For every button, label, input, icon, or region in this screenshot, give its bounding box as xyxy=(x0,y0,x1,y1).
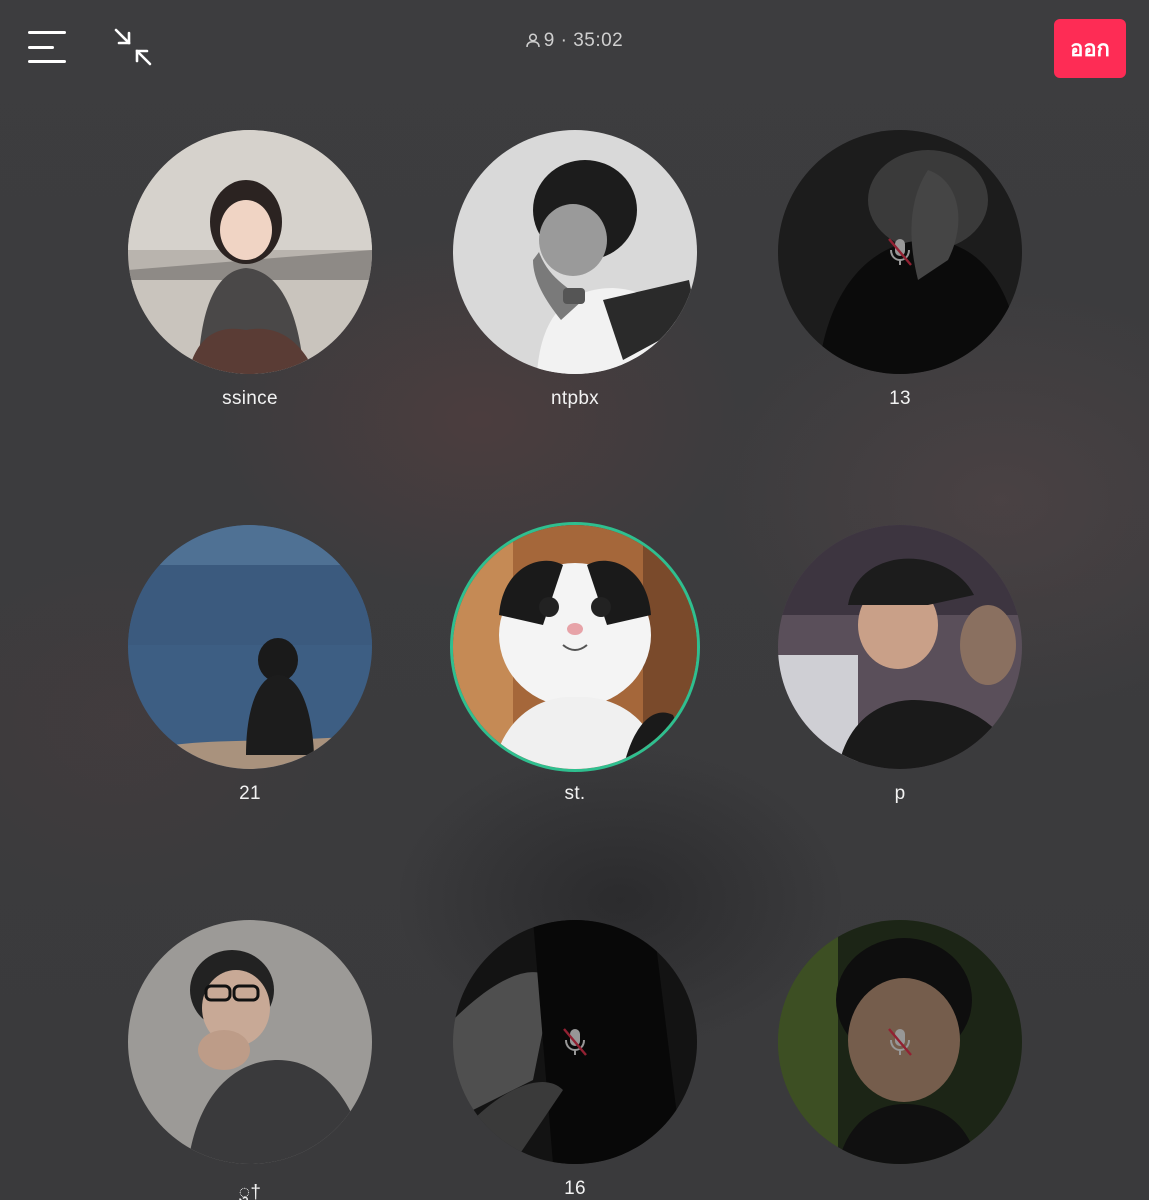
participant-name: ssince xyxy=(222,388,278,409)
avatar xyxy=(778,130,1022,374)
status-separator: · xyxy=(560,30,568,51)
participant-name: 13 xyxy=(889,388,911,409)
participant-tile[interactable]: p xyxy=(777,525,1023,825)
call-timer: 35:02 xyxy=(573,30,624,51)
participant-count: 9 xyxy=(543,30,555,51)
avatar xyxy=(778,920,1022,1164)
participant-tile[interactable]: 21 xyxy=(127,525,373,825)
participant-name: st. xyxy=(564,783,586,804)
leave-button[interactable]: ออก xyxy=(1054,19,1126,78)
call-status: 9 · 35:02 xyxy=(0,30,1149,52)
avatar xyxy=(128,130,372,374)
participant-tile[interactable]: ntpbx xyxy=(452,130,698,430)
avatar xyxy=(778,525,1022,769)
muted-microphone-icon xyxy=(563,1028,587,1056)
participant-name: 21 xyxy=(239,783,261,804)
avatar xyxy=(128,525,372,769)
participant-name: p xyxy=(894,783,906,804)
participant-tile[interactable]: st. xyxy=(452,525,698,825)
avatar xyxy=(453,130,697,374)
participant-name: ु† xyxy=(238,1182,262,1200)
muted-microphone-icon xyxy=(888,1028,912,1056)
avatar xyxy=(128,920,372,1164)
participant-tile[interactable]: 16 xyxy=(452,920,698,1200)
avatar xyxy=(453,525,697,769)
participant-tile[interactable]: ु† xyxy=(127,920,373,1200)
participant-tile[interactable]: 13 xyxy=(777,130,1023,430)
participant-name: 16 xyxy=(564,1178,586,1199)
participant-name: ntpbx xyxy=(551,388,599,409)
avatar xyxy=(453,920,697,1164)
menu-line xyxy=(28,60,66,63)
participant-tile[interactable]: ssince xyxy=(127,130,373,430)
muted-microphone-icon xyxy=(888,238,912,266)
top-bar: 9 · 35:02 ออก xyxy=(0,0,1149,100)
participant-tile[interactable] xyxy=(777,920,1023,1200)
person-icon xyxy=(525,33,540,48)
